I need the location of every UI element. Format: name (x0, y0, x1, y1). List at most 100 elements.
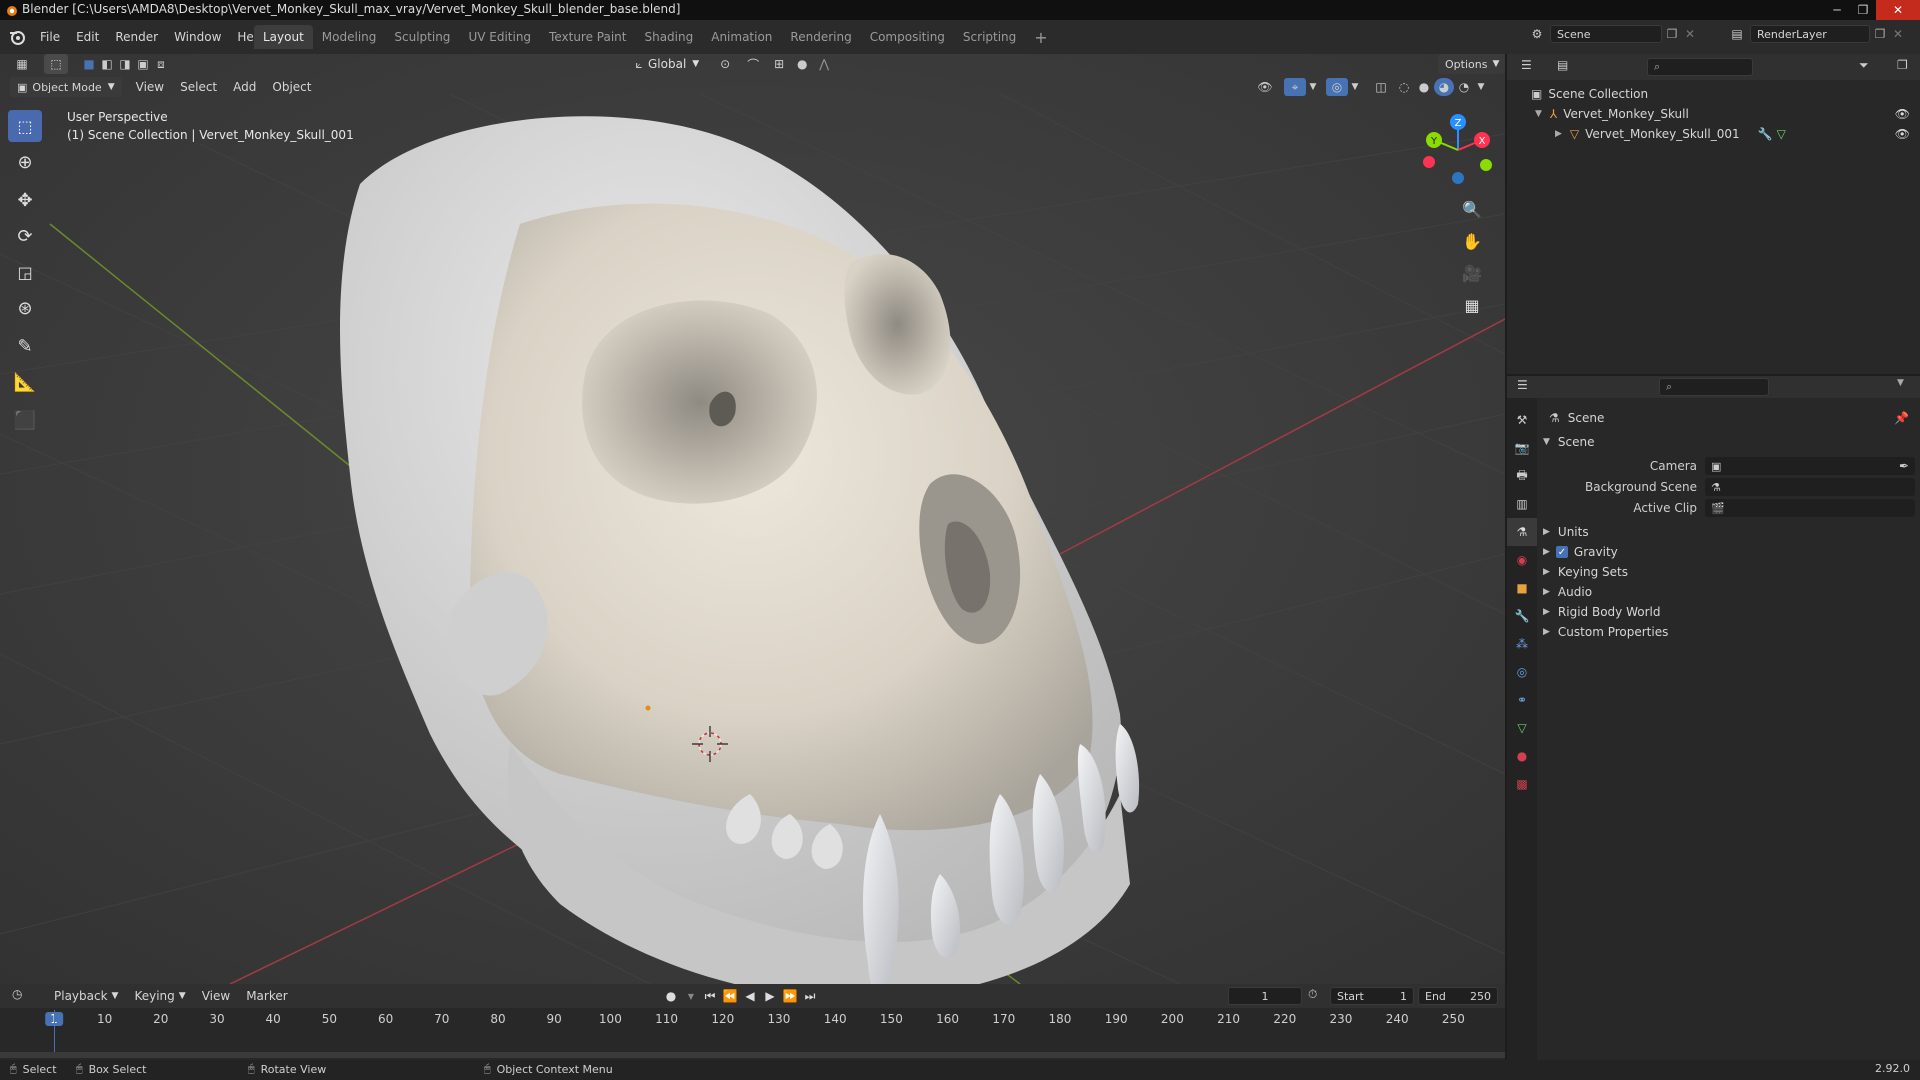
select-intersect-icon[interactable]: ⧈ (152, 57, 170, 72)
select-new-icon[interactable]: ■ (80, 57, 98, 71)
clock-editor-icon[interactable]: ◷ (12, 987, 22, 1001)
gravity-checkbox[interactable]: ✓ (1555, 546, 1568, 558)
timeline-menu-view[interactable]: View (194, 985, 238, 1007)
render-layer-icon[interactable]: ▤ (1724, 27, 1750, 41)
wireframe-shading-icon[interactable]: ◌ (1394, 80, 1414, 94)
physics-tab[interactable]: ◎ (1507, 658, 1537, 686)
play-icon[interactable]: ▶ (760, 989, 780, 1003)
add-cube-tool[interactable]: ⬛ (8, 404, 42, 436)
close-button[interactable]: ✕ (1876, 0, 1920, 20)
scene-name-field[interactable]: Scene (1550, 25, 1662, 43)
new-collection-icon[interactable]: ❐ (1897, 58, 1908, 72)
jump-start-icon[interactable]: ⏮ (700, 989, 720, 1004)
audio-subpanel[interactable]: ▶ Audio (1543, 582, 1913, 602)
tab-scripting[interactable]: Scripting (954, 25, 1025, 49)
options-dropdown[interactable]: Options ▼ (1438, 54, 1505, 74)
tab-layout[interactable]: Layout (254, 25, 313, 49)
overlays-toggle-icon[interactable]: ◎ (1326, 78, 1348, 96)
outliner-editor-icon[interactable]: ☰ (1521, 58, 1532, 72)
3d-viewport[interactable]: ▦ ⬚ ■ ◧ ◨ ▣ ⧈ ⟀ Global ▼ ⊙ ⌒ ⊞ ● ⋀ Option… (0, 54, 1505, 984)
material-preview-shading-icon[interactable]: ◕ (1434, 78, 1454, 96)
world-tab[interactable]: ◉ (1507, 546, 1537, 574)
background-scene-field[interactable]: ⚗ (1705, 478, 1915, 496)
rigid-body-world-subpanel[interactable]: ▶ Rigid Body World (1543, 602, 1913, 622)
chevron-down-icon[interactable]: ▼ (1474, 82, 1488, 92)
visibility-icon[interactable]: 👁 (1250, 80, 1280, 94)
tab-compositing[interactable]: Compositing (861, 25, 954, 49)
camera-view-button[interactable]: 🎥 (1457, 258, 1487, 288)
pivot-point-icon[interactable]: ⊙ (711, 57, 739, 71)
active-clip-field[interactable]: 🎬 (1705, 499, 1915, 517)
viewport-menu-object[interactable]: Object (264, 76, 319, 98)
properties-search-input[interactable]: ⌕ (1659, 378, 1769, 396)
tab-sculpting[interactable]: Sculpting (385, 25, 459, 49)
move-tool[interactable]: ✥ (8, 184, 42, 216)
material-tab[interactable]: ● (1507, 742, 1537, 770)
timeline-menu-playback[interactable]: Playback ▼ (46, 985, 126, 1007)
render-tab[interactable]: 📷 (1507, 434, 1537, 462)
add-workspace-button[interactable]: + (1025, 25, 1056, 49)
scale-tool[interactable]: ◲ (8, 256, 42, 288)
texture-tab[interactable]: ▩ (1507, 770, 1537, 798)
record-icon[interactable]: ● (660, 989, 682, 1003)
blender-menu-icon[interactable] (8, 29, 26, 45)
preview-range-icon[interactable]: ⏱ (1308, 987, 1317, 1002)
next-keyframe-icon[interactable]: ⏩ (780, 989, 800, 1003)
select-tool-icon[interactable]: ⬚ (44, 54, 68, 74)
chevron-down-icon[interactable]: ▼ (682, 992, 700, 1001)
mesh-data-icon[interactable]: ▽ (1777, 127, 1786, 141)
transform-tool[interactable]: ⊛ (8, 292, 42, 324)
mode-dropdown[interactable]: ▣ Object Mode ▼ (10, 77, 122, 97)
play-reverse-icon[interactable]: ◀ (740, 989, 760, 1003)
filter-icon[interactable]: ⏷ (1859, 58, 1869, 73)
minimize-button[interactable]: ─ (1824, 0, 1850, 20)
units-subpanel[interactable]: ▶ Units (1543, 522, 1913, 542)
outliner-row-scene-collection[interactable]: ▣ Scene Collection (1507, 84, 1920, 104)
tab-modeling[interactable]: Modeling (313, 25, 386, 49)
transform-orientation-dropdown[interactable]: Global ▼ (648, 57, 699, 71)
cursor-tool[interactable]: ⊕ (8, 146, 42, 178)
object-tab[interactable]: ■ (1507, 574, 1537, 602)
particles-tab[interactable]: ⁂ (1507, 630, 1537, 658)
output-tab[interactable]: 🖶 (1507, 462, 1537, 490)
properties-editor-icon[interactable]: ☰ (1517, 378, 1528, 392)
snap-icon[interactable]: ⌒ (739, 56, 767, 73)
eye-icon[interactable]: 👁 (1895, 127, 1910, 141)
tab-animation[interactable]: Animation (702, 25, 781, 49)
outliner-row-skull-001[interactable]: ▶ ▽ Vervet_Monkey_Skull_001 🔧 ▽ 👁 (1507, 124, 1920, 144)
tab-texture-paint[interactable]: Texture Paint (540, 25, 635, 49)
data-tab[interactable]: ▽ (1507, 714, 1537, 742)
camera-field[interactable]: ▣ ✒ (1705, 457, 1915, 475)
editor-type-icon[interactable]: ▦ (10, 57, 34, 71)
prev-keyframe-icon[interactable]: ⏪ (720, 989, 740, 1003)
current-frame-field[interactable]: 1 (1228, 987, 1302, 1005)
solid-shading-icon[interactable]: ● (1414, 80, 1434, 94)
select-extend-icon[interactable]: ◧ (98, 57, 116, 71)
menu-file[interactable]: File (32, 26, 68, 48)
tab-uv-editing[interactable]: UV Editing (459, 25, 540, 49)
view-layer-tab[interactable]: ▥ (1507, 490, 1537, 518)
menu-window[interactable]: Window (166, 26, 229, 48)
proportional-edit-icon[interactable]: ● (791, 57, 813, 71)
measure-tool[interactable]: 📐 (8, 366, 42, 398)
rendered-shading-icon[interactable]: ◔ (1454, 80, 1474, 94)
render-layer-field[interactable]: RenderLayer (1750, 25, 1870, 43)
scene-icon[interactable]: ⚙ (1524, 27, 1550, 41)
delete-scene-icon[interactable]: ✕ (1682, 27, 1698, 41)
select-invert-icon[interactable]: ▣ (134, 57, 152, 71)
expand-arrow-icon[interactable]: ▶ (1555, 129, 1562, 139)
outliner-row-skull[interactable]: ▼ ⅄ Vervet_Monkey_Skull 👁 (1507, 104, 1920, 124)
timeline-menu-marker[interactable]: Marker (238, 985, 295, 1007)
start-frame-field[interactable]: Start 1 (1330, 987, 1414, 1005)
annotate-tool[interactable]: ✎ (8, 330, 42, 362)
scene-panel-header[interactable]: ▼ Scene (1543, 432, 1913, 452)
menu-render[interactable]: Render (107, 26, 166, 48)
rotate-tool[interactable]: ⟳ (8, 220, 42, 252)
viewport-menu-add[interactable]: Add (225, 76, 264, 98)
outliner-search-input[interactable]: ⌕ (1647, 58, 1753, 76)
display-mode-icon[interactable]: ▤ (1557, 58, 1568, 72)
timeline-ruler[interactable]: 1102030405060708090100110120130140150160… (0, 1008, 1505, 1060)
eye-icon[interactable]: 👁 (1895, 107, 1910, 121)
xray-toggle-icon[interactable]: ◫ (1368, 80, 1394, 94)
select-subtract-icon[interactable]: ◨ (116, 57, 134, 71)
